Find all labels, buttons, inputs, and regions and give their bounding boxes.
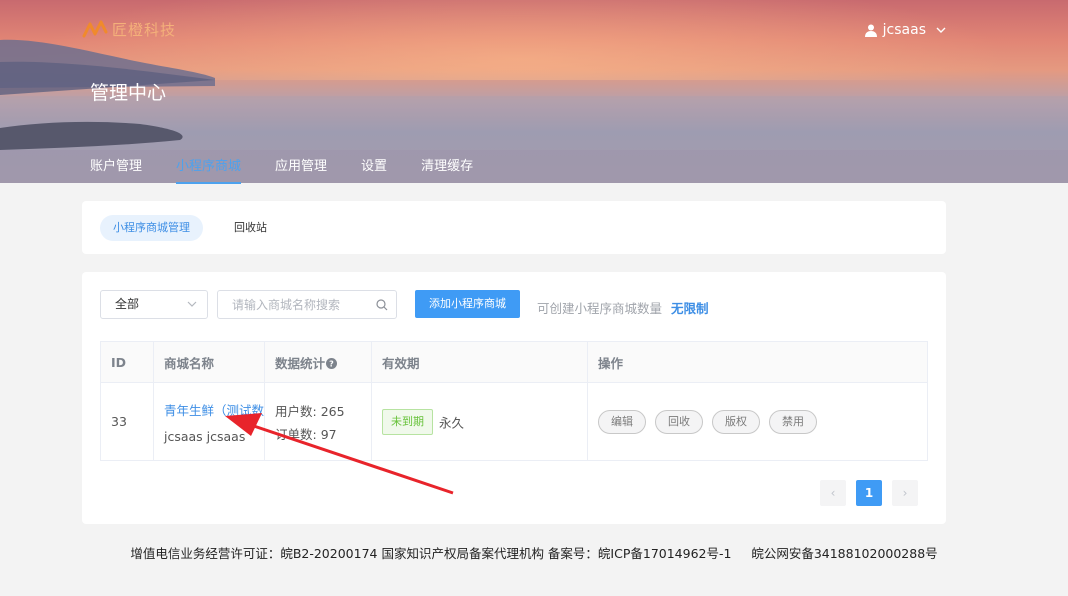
nav-item-account[interactable]: 账户管理 [90, 155, 142, 184]
col-header-id: ID [100, 341, 154, 383]
logo[interactable]: 匠橙科技 [82, 18, 176, 40]
tab-mall-management[interactable]: 小程序商城管理 [100, 215, 203, 241]
logo-icon [82, 20, 108, 38]
table-header-row: ID 商城名称 数据统计? 有效期 操作 [100, 341, 928, 383]
cell-actions: 编辑 回收 版权 禁用 [587, 382, 928, 461]
search-input[interactable] [218, 291, 368, 318]
mall-list-card: 全部 添加小程序商城 可创建小程序商城数量 无限制 ID 商城名称 数据统计? … [82, 272, 946, 524]
footer-license: 增值电信业务经营许可证：皖B2-20200174 国家知识产权局备案代理机构 备… [130, 546, 938, 561]
quota-label: 可创建小程序商城数量 [537, 301, 663, 316]
logo-text: 匠橙科技 [112, 20, 177, 39]
prev-page-button[interactable]: ‹ [820, 480, 846, 506]
page-title: 管理中心 [90, 82, 167, 104]
col-header-stats-label: 数据统计 [275, 355, 326, 371]
copyright-button[interactable]: 版权 [712, 409, 761, 434]
search-box [217, 290, 397, 319]
col-header-stats: 数据统计? [264, 341, 373, 383]
main-nav: 账户管理 小程序商城 应用管理 设置 清理缓存 [90, 155, 507, 184]
pagination: ‹ 1 › [820, 480, 918, 506]
cell-name: 青年生鲜（测试数 jcsaas jcsaas [152, 382, 266, 461]
order-count: 订单数: 97 [275, 426, 337, 442]
status-badge: 未到期 [382, 408, 434, 435]
cell-validity: 未到期 永久 [371, 382, 589, 461]
cell-id: 33 [100, 382, 154, 461]
col-header-validity: 有效期 [371, 341, 589, 383]
tabs-card: 小程序商城管理 回收站 [82, 201, 946, 254]
nav-item-clear-cache[interactable]: 清理缓存 [421, 155, 473, 184]
add-mall-button[interactable]: 添加小程序商城 [415, 290, 520, 318]
next-page-button[interactable]: › [892, 480, 918, 506]
validity-value: 永久 [439, 415, 465, 430]
user-menu[interactable]: jcsaas [864, 22, 946, 38]
tab-recycle-bin[interactable]: 回收站 [221, 215, 280, 241]
status-filter-select[interactable]: 全部 [100, 290, 208, 319]
chevron-down-icon [187, 301, 197, 307]
chevron-down-icon [936, 27, 946, 33]
nav-item-miniprogram-mall[interactable]: 小程序商城 [176, 155, 242, 184]
edit-button[interactable]: 编辑 [598, 409, 647, 434]
mall-name-link[interactable]: 青年生鲜（测试数 [164, 400, 264, 419]
user-count: 用户数: 265 [275, 403, 345, 419]
svg-text:?: ? [329, 359, 334, 368]
cell-stats: 用户数: 265 订单数: 97 [264, 382, 373, 461]
recycle-button[interactable]: 回收 [655, 409, 704, 434]
quota-value: 无限制 [671, 301, 709, 316]
table-row: 33 青年生鲜（测试数 jcsaas jcsaas 用户数: 265 订单数: … [100, 382, 928, 461]
user-name: jcsaas [882, 22, 926, 38]
disable-button[interactable]: 禁用 [769, 409, 818, 434]
col-header-actions: 操作 [587, 341, 928, 383]
page-1-button[interactable]: 1 [856, 480, 882, 506]
status-filter-value: 全部 [115, 297, 140, 311]
mall-owner: jcsaas jcsaas [164, 428, 246, 444]
user-icon [864, 24, 877, 37]
col-header-name: 商城名称 [152, 341, 266, 383]
search-icon[interactable] [376, 299, 388, 311]
mall-table: ID 商城名称 数据统计? 有效期 操作 33 青年生鲜（测试数 jcsaas … [100, 341, 928, 461]
nav-item-settings[interactable]: 设置 [361, 155, 387, 184]
help-icon[interactable]: ? [326, 357, 338, 369]
nav-item-app-management[interactable]: 应用管理 [275, 155, 327, 184]
